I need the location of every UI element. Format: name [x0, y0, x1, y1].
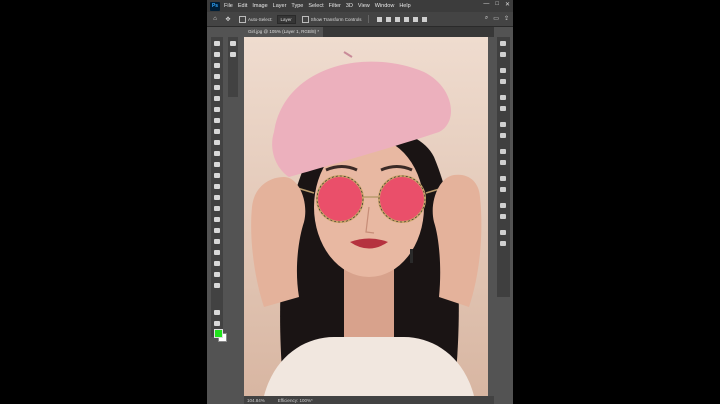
eraser-icon[interactable]: [213, 172, 221, 179]
tools-panel: [211, 37, 227, 342]
efficiency-readout: Efficiency: 100%*: [277, 397, 313, 403]
menu-select[interactable]: Select: [308, 3, 323, 9]
path-select-icon[interactable]: [213, 238, 221, 245]
window-controls: — □ ✕: [483, 1, 510, 8]
dodge-icon[interactable]: [213, 205, 221, 212]
share-icon[interactable]: ⇪: [504, 15, 509, 22]
brushes-icon[interactable]: [499, 121, 507, 128]
menu-type[interactable]: Type: [291, 3, 303, 9]
eyedropper-icon[interactable]: [213, 117, 221, 124]
swatches-icon[interactable]: [499, 213, 507, 220]
paths-icon[interactable]: [499, 78, 507, 85]
menu-window[interactable]: Window: [375, 3, 395, 9]
menu-layer[interactable]: Layer: [273, 3, 287, 9]
divider: [367, 15, 369, 23]
zoom-level[interactable]: 104.84%: [247, 398, 265, 403]
paragraph-icon[interactable]: [499, 159, 507, 166]
auto-select-checkbox[interactable]: [239, 15, 246, 23]
foreground-color-swatch[interactable]: [214, 329, 223, 338]
info-icon[interactable]: [499, 51, 507, 58]
workspace-icon[interactable]: ▭: [493, 15, 499, 22]
minimize-button[interactable]: —: [483, 1, 489, 8]
maximize-button[interactable]: □: [495, 1, 499, 8]
menu-image[interactable]: Image: [252, 3, 267, 9]
transform-controls-checkbox[interactable]: [301, 15, 309, 23]
move-icon[interactable]: [213, 40, 221, 47]
photoshop-window: Ps File Edit Image Layer Type Select Fil…: [207, 0, 513, 404]
align-bottom-icon[interactable]: [421, 16, 427, 22]
properties-icon[interactable]: [229, 51, 237, 58]
document-tab-bar: Girl.jpg @ 105% (Layer 1, RGB/8) *: [244, 27, 494, 37]
align-top-icon[interactable]: [403, 16, 409, 22]
options-bar: ⌂ ✥ Auto-Select: Layer Show Transform Co…: [207, 12, 513, 27]
align-buttons: [376, 16, 427, 22]
rectangle-icon[interactable]: [213, 249, 221, 256]
ps-logo: Ps: [210, 1, 220, 11]
collapsed-panels: [228, 37, 238, 97]
notes-icon[interactable]: [499, 186, 507, 193]
adjustments-icon[interactable]: [499, 94, 507, 101]
document-canvas[interactable]: [244, 37, 488, 396]
status-bar: 104.84% Efficiency: 100%*: [244, 396, 494, 404]
layers-icon[interactable]: [229, 40, 237, 47]
brush-icon[interactable]: [213, 139, 221, 146]
menu-edit[interactable]: Edit: [238, 3, 247, 9]
edit-toolbar-icon[interactable]: [213, 282, 221, 289]
home-icon[interactable]: ⌂: [210, 15, 220, 24]
menu-3d[interactable]: 3D: [346, 3, 353, 9]
screen-mode-icon[interactable]: [213, 320, 221, 327]
patterns-icon[interactable]: [499, 240, 507, 247]
menu-view[interactable]: View: [358, 3, 370, 9]
history-brush-icon[interactable]: [213, 161, 221, 168]
channels-icon[interactable]: [499, 67, 507, 74]
align-left-icon[interactable]: [376, 16, 382, 22]
layer-select-dropdown[interactable]: Layer: [276, 14, 296, 24]
transform-controls-label: Show Transform Controls: [310, 16, 362, 22]
menu-bar: Ps File Edit Image Layer Type Select Fil…: [207, 0, 513, 12]
blur-icon[interactable]: [213, 194, 221, 201]
menu-help[interactable]: Help: [399, 3, 410, 9]
search-icon[interactable]: ⌕: [485, 15, 488, 22]
glyphs-icon[interactable]: [499, 175, 507, 182]
panel-dock: [497, 37, 510, 297]
type-icon[interactable]: [213, 227, 221, 234]
marquee-icon[interactable]: [213, 62, 221, 69]
close-button[interactable]: ✕: [505, 1, 510, 8]
spot-heal-icon[interactable]: [213, 128, 221, 135]
gradient-icon[interactable]: [213, 183, 221, 190]
styles-icon[interactable]: [499, 105, 507, 112]
align-center-icon[interactable]: [385, 16, 391, 22]
history-icon[interactable]: [499, 40, 507, 47]
clone-source-icon[interactable]: [499, 132, 507, 139]
menu-filter[interactable]: Filter: [329, 3, 341, 9]
color-icon[interactable]: [499, 202, 507, 209]
move-tool-preset-icon[interactable]: ✥: [223, 15, 233, 24]
crop-icon[interactable]: [213, 95, 221, 102]
frame-icon[interactable]: [213, 106, 221, 113]
options-right: ⌕ ▭ ⇪: [485, 15, 509, 22]
gradients-icon[interactable]: [499, 229, 507, 236]
pen-icon[interactable]: [213, 216, 221, 223]
lasso-icon[interactable]: [213, 73, 221, 80]
align-middle-icon[interactable]: [412, 16, 418, 22]
align-right-icon[interactable]: [394, 16, 400, 22]
artboard-icon[interactable]: [213, 51, 221, 58]
clone-stamp-icon[interactable]: [213, 150, 221, 157]
character-icon[interactable]: [499, 148, 507, 155]
zoom-icon[interactable]: [213, 271, 221, 278]
quick-select-icon[interactable]: [213, 84, 221, 91]
menu-file[interactable]: File: [224, 3, 233, 9]
auto-select-label: Auto-Select:: [248, 16, 273, 22]
quick-mask-icon[interactable]: [213, 309, 221, 316]
hand-icon[interactable]: [213, 260, 221, 267]
document-tab[interactable]: Girl.jpg @ 105% (Layer 1, RGB/8) *: [244, 27, 324, 37]
photo-girl-with-pink-glasses: [244, 37, 488, 396]
